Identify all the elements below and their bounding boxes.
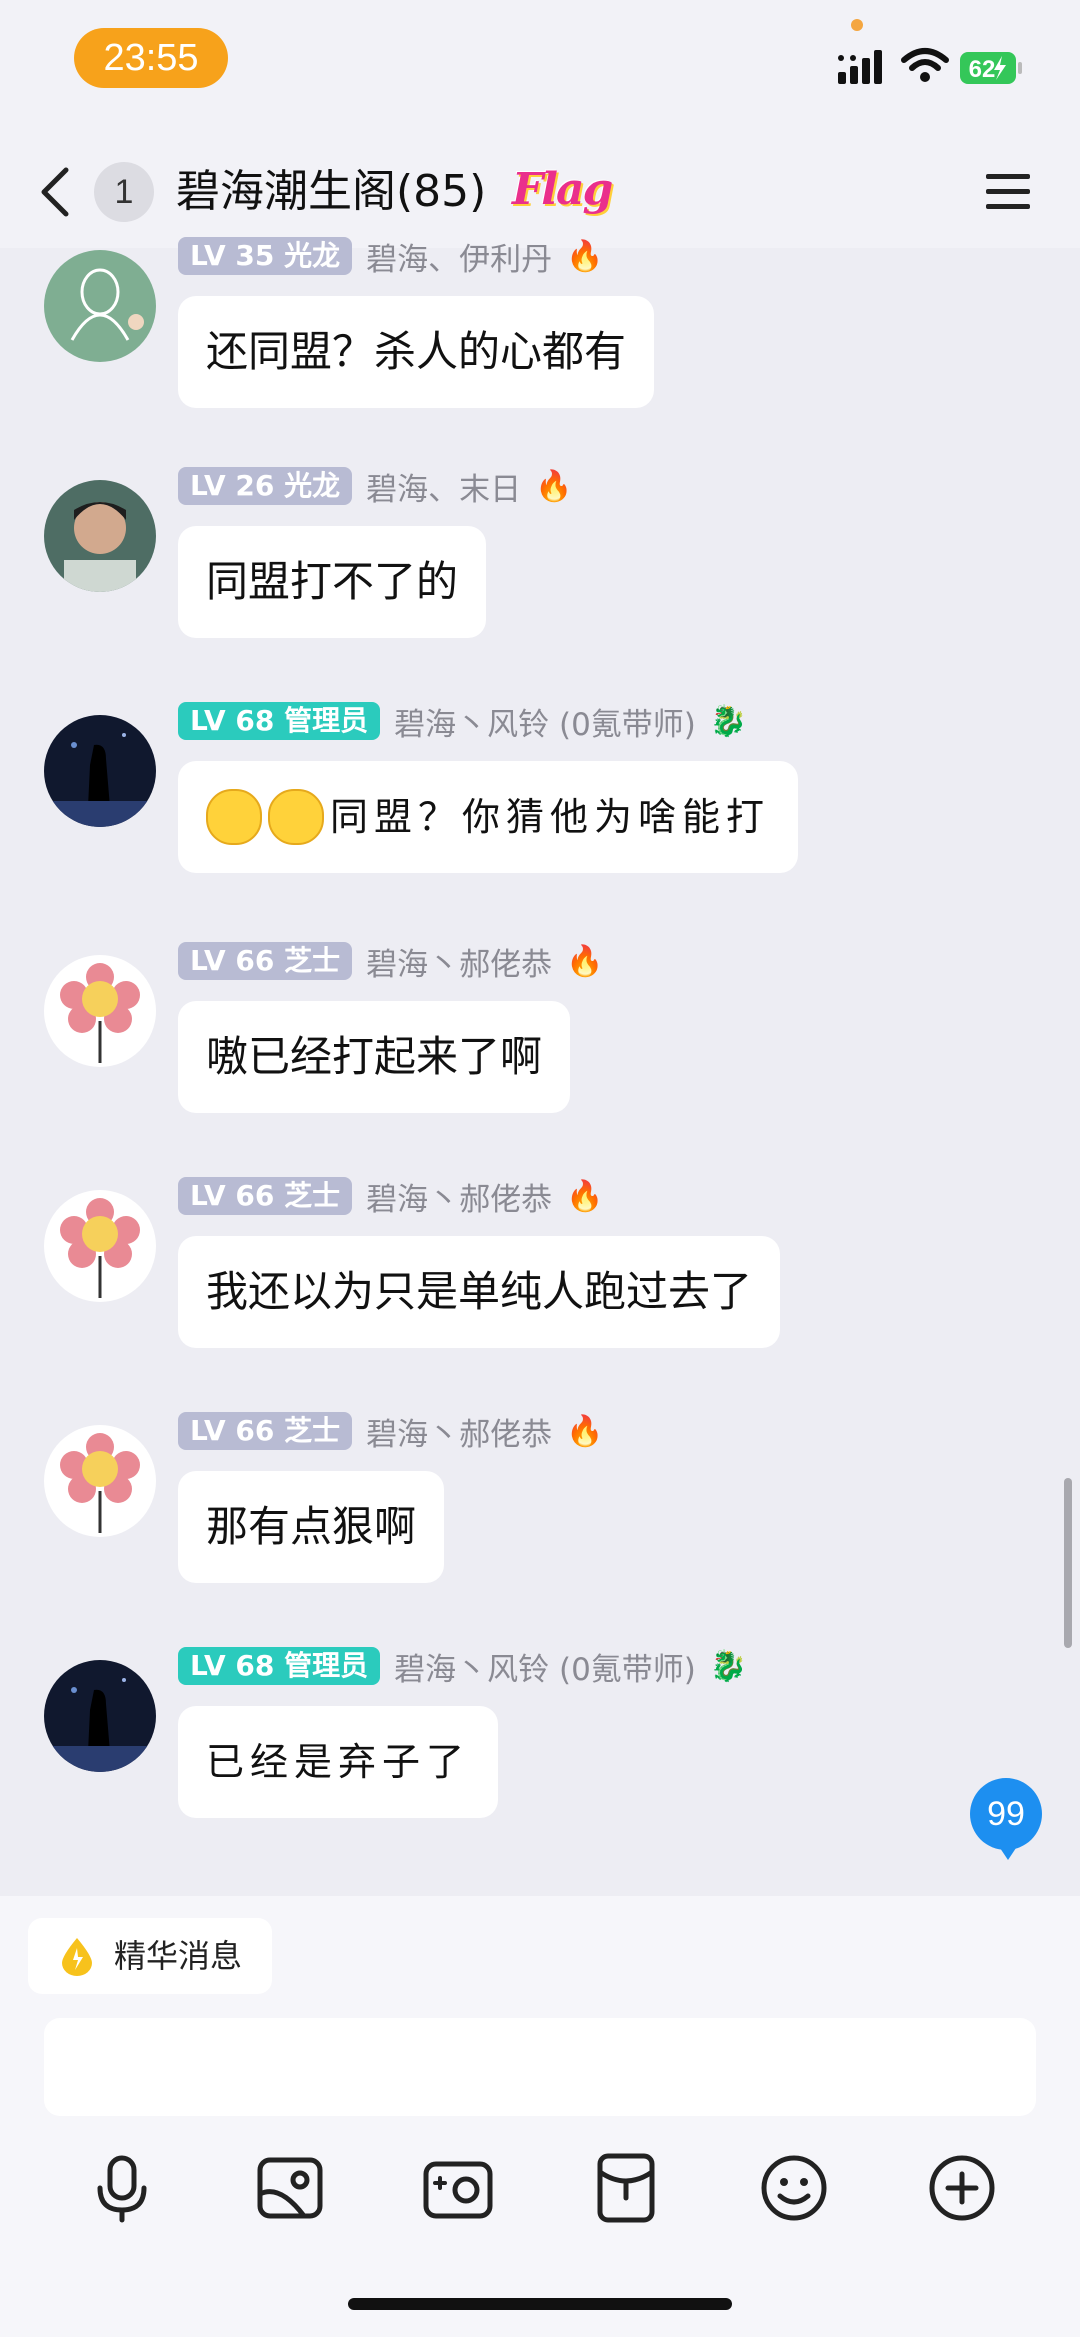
privacy-indicator (851, 19, 863, 31)
fire-icon: 🔥 (566, 1413, 604, 1449)
dragon-icon: 🐉 (709, 703, 748, 739)
red-packet-icon[interactable] (586, 2148, 666, 2228)
message-bubble[interactable]: 嗷已经打起来了啊 (178, 1001, 571, 1113)
message-bubble[interactable]: 已经是弃子了 (178, 1706, 499, 1818)
home-indicator[interactable] (348, 2298, 732, 2310)
level-tag: LV 66 芝士 (178, 1412, 353, 1450)
avatar[interactable] (44, 715, 156, 827)
fire-icon: 🔥 (566, 943, 604, 979)
fire-icon: 🔥 (566, 1178, 604, 1214)
menu-icon[interactable] (984, 170, 1032, 214)
message-bubble[interactable]: 那有点狠啊 (178, 1471, 445, 1583)
sender-name[interactable]: 碧海、伊利丹 (366, 234, 552, 279)
fire-icon: 🔥 (535, 468, 573, 504)
avatar[interactable] (44, 1660, 156, 1772)
back-arrow-icon[interactable] (36, 164, 76, 220)
battery-icon: 62 (960, 52, 1022, 84)
image-icon[interactable] (250, 2148, 330, 2228)
grin-emoji-icon (268, 788, 324, 845)
time: 23:55 (74, 28, 228, 88)
drop-icon (62, 1938, 92, 1976)
signal-icon (838, 50, 882, 84)
message-bubble[interactable]: 同盟打不了的 (178, 526, 487, 638)
avatar[interactable] (44, 1425, 156, 1537)
battery-level: 62 (969, 56, 996, 83)
sender-name[interactable]: 碧海丶风铃 (0氪带师) (394, 1644, 696, 1689)
emoji-icon[interactable] (754, 2148, 834, 2228)
fire-icon: 🔥 (566, 238, 604, 274)
scrollbar[interactable] (1064, 1478, 1072, 1648)
admin-level-tag: LV 68 管理员 (178, 702, 381, 740)
level-tag: LV 35 光龙 (178, 237, 353, 275)
wifi-icon (901, 48, 949, 82)
input-panel: 精华消息 (0, 1896, 1080, 2337)
level-tag: LV 66 芝士 (178, 942, 353, 980)
microphone-icon[interactable] (82, 2148, 162, 2228)
chat-header: 1 碧海潮生阁(85) Flag (0, 130, 1080, 248)
sender-name[interactable]: 碧海丶风铃 (0氪带师) (394, 699, 696, 744)
sender-name[interactable]: 碧海丶郝佬恭 (366, 1174, 552, 1219)
essence-messages-button[interactable]: 精华消息 (28, 1918, 273, 1994)
unread-count-badge[interactable]: 1 (94, 162, 154, 222)
avatar[interactable] (44, 955, 156, 1067)
level-tag: LV 26 光龙 (178, 467, 353, 505)
camera-icon[interactable] (418, 2148, 498, 2228)
avatar[interactable] (44, 480, 156, 592)
avatar[interactable] (44, 1190, 156, 1302)
message-bubble[interactable]: 我还以为只是单纯人跑过去了 (178, 1236, 781, 1348)
dragon-icon: 🐉 (709, 1648, 748, 1684)
message-input[interactable] (44, 2018, 1036, 2116)
sender-name[interactable]: 碧海丶郝佬恭 (366, 1409, 552, 1454)
unread-messages-bubble[interactable]: 99 (970, 1778, 1042, 1860)
group-title[interactable]: 碧海潮生阁(85) (176, 160, 486, 224)
message-bubble[interactable]: 同盟？你猜他为啥能打 (178, 761, 799, 873)
level-tag: LV 66 芝士 (178, 1177, 353, 1215)
avatar[interactable] (44, 250, 156, 362)
message-bubble[interactable]: 还同盟？杀人的心都有 (178, 296, 655, 408)
plus-icon[interactable] (922, 2148, 1002, 2228)
admin-level-tag: LV 68 管理员 (178, 1647, 381, 1685)
status-bar: 23:55 62 (0, 0, 1080, 130)
essence-label: 精华消息 (114, 1937, 243, 1975)
flag-badge: Flag (512, 164, 613, 215)
sender-name[interactable]: 碧海、末日 (366, 464, 521, 509)
grin-emoji-icon (206, 788, 262, 845)
sender-name[interactable]: 碧海丶郝佬恭 (366, 939, 552, 984)
